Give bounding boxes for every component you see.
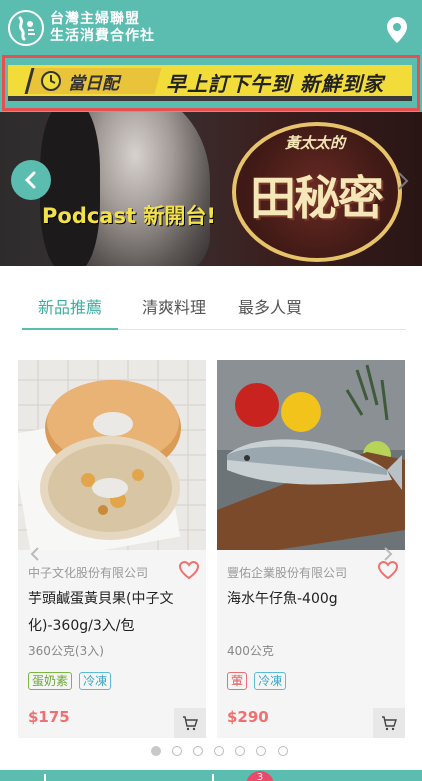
promo-hair-shape [40, 112, 100, 266]
map-pin-icon[interactable] [386, 16, 408, 44]
same-day-delivery-banner[interactable]: 當日配 早上訂下午到 新鮮到家 [0, 52, 422, 112]
chevron-left-icon [30, 547, 39, 561]
product-spec: 360公克(3入) [28, 644, 104, 658]
product-vendor: 豐佑企業股份有限公司 [227, 566, 348, 580]
tab-light-cooking[interactable]: 清爽料理 [126, 288, 222, 330]
pagination-dot[interactable] [277, 746, 288, 756]
org-name-line2: 生活消費合作社 [50, 28, 155, 44]
carousel-next-arrow[interactable] [383, 546, 393, 562]
delivery-clock-icon [40, 70, 62, 92]
pagination-dot[interactable] [235, 746, 246, 756]
org-name-line1: 台灣主婦聯盟 [50, 11, 140, 27]
bottom-nav-bar[interactable] [0, 770, 422, 781]
banner-prev-button[interactable] [11, 160, 51, 200]
nav-icon[interactable] [212, 774, 214, 781]
delivery-banner-bar: 當日配 早上訂下午到 新鮮到家 [8, 65, 412, 101]
product-card[interactable]: 豐佑企業股份有限公司 海水午仔魚-400g 400公克 葷 冷凍 $290 [217, 360, 405, 738]
carousel-prev-arrow[interactable] [30, 546, 40, 562]
product-name[interactable]: 芋頭鹹蛋黃貝果(中子文化)-360g/3入/包 [28, 586, 198, 640]
promo-brand: 黃太太的 [285, 134, 346, 152]
heart-icon[interactable] [178, 560, 200, 580]
cart-icon [382, 716, 397, 731]
pagination-dot[interactable] [256, 746, 267, 756]
promo-headline: Podcast 新開台! [42, 204, 216, 228]
product-spec: 400公克 [227, 644, 274, 658]
banner-next-button[interactable] [395, 170, 411, 192]
delivery-tag-text: 當日配 [68, 74, 119, 94]
promo-title: 田秘密 [250, 171, 384, 225]
product-vendor: 中子文化股份有限公司 [28, 566, 149, 580]
chevron-right-icon [398, 172, 409, 190]
cart-icon [183, 716, 198, 731]
product-tabs: 新品推薦 清爽料理 最多人買 [22, 288, 406, 330]
add-to-cart-button[interactable] [373, 708, 405, 738]
delivery-slogan: 早上訂下午到 新鮮到家 [166, 72, 384, 96]
promo-banner[interactable]: Podcast 新開台! 黃太太的 田秘密 [0, 112, 422, 266]
carousel-pagination [151, 746, 294, 756]
product-tags: 葷 冷凍 [227, 670, 288, 690]
product-price: $290 [227, 708, 269, 726]
pagination-dot[interactable] [172, 746, 183, 756]
tab-best-sellers[interactable]: 最多人買 [222, 288, 318, 330]
pagination-dot[interactable] [214, 746, 225, 756]
product-name[interactable]: 海水午仔魚-400g [227, 586, 397, 613]
pagination-dot[interactable] [151, 746, 161, 756]
product-card[interactable]: 中子文化股份有限公司 芋頭鹹蛋黃貝果(中子文化)-360g/3入/包 360公克… [18, 360, 206, 738]
pagination-dot[interactable] [193, 746, 204, 756]
org-name: 台灣主婦聯盟 生活消費合作社 [50, 11, 155, 45]
chevron-right-icon [384, 547, 393, 561]
co-op-logo-icon[interactable] [8, 10, 44, 46]
product-tag: 冷凍 [254, 672, 287, 690]
add-to-cart-button[interactable] [174, 708, 206, 738]
product-tags: 蛋奶素 冷凍 [28, 670, 113, 690]
product-image[interactable] [217, 360, 405, 550]
product-tag: 蛋奶素 [28, 672, 73, 690]
product-tag: 葷 [227, 672, 248, 690]
nav-icon[interactable] [44, 774, 46, 781]
app-header: 台灣主婦聯盟 生活消費合作社 [0, 0, 422, 58]
chevron-left-icon [24, 171, 36, 189]
product-price: $175 [28, 708, 70, 726]
tab-new-products[interactable]: 新品推薦 [22, 288, 118, 330]
product-image[interactable] [18, 360, 206, 550]
product-tag: 冷凍 [79, 672, 112, 690]
heart-icon[interactable] [377, 560, 399, 580]
delivery-banner-frame: 當日配 早上訂下午到 新鮮到家 [2, 55, 420, 111]
